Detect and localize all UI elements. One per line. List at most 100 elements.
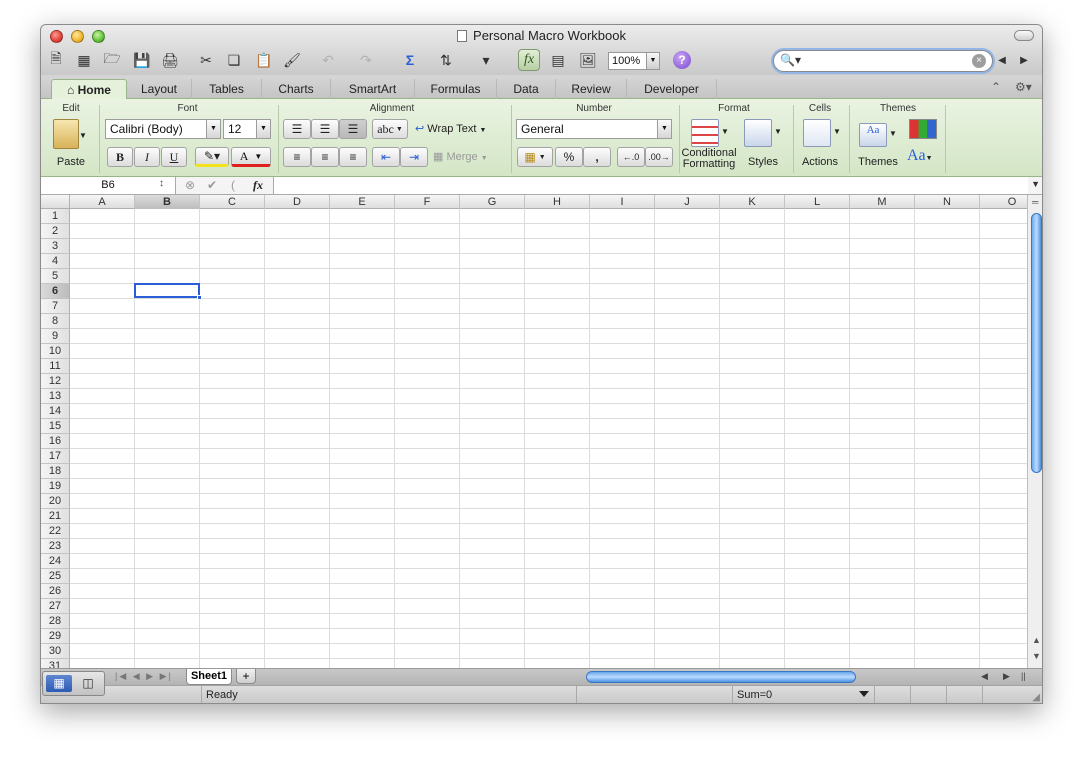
row-header[interactable]: 12 — [41, 374, 70, 389]
bold-button[interactable]: B — [107, 147, 133, 167]
resize-grip-icon[interactable]: ◢ — [1032, 692, 1040, 703]
increase-decimal-icon[interactable]: ←.0 — [617, 147, 645, 167]
column-header[interactable]: G — [460, 195, 525, 209]
font-name-select[interactable]: Calibri (Body) ▼ — [105, 119, 221, 139]
conditional-formatting-label[interactable]: Conditional Formatting — [677, 148, 741, 170]
tab-tables[interactable]: Tables — [192, 79, 262, 99]
font-color-button[interactable]: A ▼ — [231, 147, 271, 167]
filter-icon[interactable]: ▾ — [475, 49, 497, 71]
search-box[interactable]: 🔍▾ × — [773, 50, 993, 72]
row-header[interactable]: 23 — [41, 539, 70, 554]
font-size-select[interactable]: 12 ▼ — [223, 119, 271, 139]
row-header[interactable]: 24 — [41, 554, 70, 569]
orientation-button[interactable]: abc ▼ — [372, 119, 408, 139]
toolbox-icon[interactable]: ▤ — [547, 49, 569, 71]
row-header[interactable]: 13 — [41, 389, 70, 404]
row-header[interactable]: 3 — [41, 239, 70, 254]
formula-input[interactable] — [273, 177, 1028, 194]
sum-options-arrow-icon[interactable] — [859, 691, 869, 697]
save-icon[interactable]: 💾 — [131, 49, 153, 71]
column-header[interactable]: C — [200, 195, 265, 209]
expand-formula-bar-icon[interactable]: ▼ — [1031, 179, 1040, 189]
sum-display[interactable]: Sum=0 — [732, 686, 874, 703]
decrease-decimal-icon[interactable]: .00→ — [645, 147, 673, 167]
percent-button[interactable]: % — [555, 147, 583, 167]
column-header[interactable]: L — [785, 195, 850, 209]
styles-icon[interactable] — [744, 119, 772, 147]
tab-developer[interactable]: Developer — [627, 79, 717, 99]
undo-icon[interactable]: ↶ — [317, 49, 339, 71]
comma-button[interactable]: , — [583, 147, 611, 167]
row-header[interactable]: 14 — [41, 404, 70, 419]
themes-label[interactable]: Themes — [853, 156, 903, 168]
column-header[interactable]: O — [980, 195, 1027, 209]
row-header[interactable]: 31 — [41, 659, 70, 668]
paste-label[interactable]: Paste — [51, 156, 91, 168]
sheet-navigation-icon[interactable]: |◀ ◀ ▶ ▶| — [115, 671, 173, 682]
vertical-scrollbar[interactable]: ═ ▲ ▼ — [1027, 195, 1042, 668]
paste-big-icon[interactable] — [53, 119, 79, 149]
row-header[interactable]: 6 — [41, 284, 70, 299]
sheet-tab[interactable]: Sheet1 — [186, 669, 232, 685]
tab-charts[interactable]: Charts — [262, 79, 331, 99]
row-header[interactable]: 2 — [41, 224, 70, 239]
tab-formulas[interactable]: Formulas — [415, 79, 497, 99]
previous-result-icon[interactable]: ◀ — [993, 52, 1011, 70]
selected-cell[interactable] — [134, 283, 202, 300]
templates-icon[interactable]: ▦ — [73, 49, 95, 71]
row-header[interactable]: 28 — [41, 614, 70, 629]
row-header[interactable]: 19 — [41, 479, 70, 494]
row-header[interactable]: 22 — [41, 524, 70, 539]
row-header[interactable]: 17 — [41, 449, 70, 464]
format-painter-icon[interactable]: 🖌 — [281, 49, 303, 71]
cell-area[interactable] — [70, 209, 1027, 668]
row-header[interactable]: 5 — [41, 269, 70, 284]
column-header[interactable]: I — [590, 195, 655, 209]
increase-indent-icon[interactable]: ⇥ — [400, 147, 428, 167]
number-format-select[interactable]: General ▼ — [516, 119, 672, 139]
themes-icon[interactable]: Aa — [859, 123, 887, 147]
row-header[interactable]: 7 — [41, 299, 70, 314]
scroll-right-icon[interactable]: ▶ — [1003, 671, 1010, 682]
column-header[interactable]: B — [135, 195, 200, 209]
highlight-color-button[interactable]: ✎▾ — [195, 147, 229, 167]
ribbon-settings-icon[interactable]: ⚙▾ — [1015, 80, 1032, 94]
actions-arrow-icon[interactable]: ▼ — [833, 127, 841, 136]
merge-button[interactable]: ▦ Merge ▼ — [433, 150, 505, 163]
styles-label[interactable]: Styles — [743, 156, 783, 168]
wrap-text-button[interactable]: ↩ Wrap Text ▼ — [415, 122, 505, 135]
toolbar-toggle-button[interactable] — [1014, 30, 1034, 41]
horizontal-split-handle-icon[interactable]: || — [1021, 671, 1026, 681]
italic-button[interactable]: I — [134, 147, 160, 167]
currency-button[interactable]: ▦ ▼ — [517, 147, 553, 167]
row-header[interactable]: 21 — [41, 509, 70, 524]
row-header[interactable]: 26 — [41, 584, 70, 599]
cells-actions-icon[interactable] — [803, 119, 831, 147]
clear-search-icon[interactable]: × — [972, 54, 986, 68]
conditional-formatting-icon[interactable] — [691, 119, 719, 147]
insert-function-button[interactable]: fx — [253, 178, 263, 193]
align-top-icon[interactable]: ☰ — [283, 119, 311, 139]
row-header[interactable]: 30 — [41, 644, 70, 659]
cut-icon[interactable]: ✂ — [195, 49, 217, 71]
underline-button[interactable]: U — [161, 147, 187, 167]
align-bottom-icon[interactable]: ☰ — [339, 119, 367, 139]
row-header[interactable]: 18 — [41, 464, 70, 479]
align-center-icon[interactable]: ≡ — [311, 147, 339, 167]
row-header[interactable]: 29 — [41, 629, 70, 644]
page-layout-view-icon[interactable]: ◫ — [75, 675, 101, 692]
add-sheet-button[interactable]: + — [236, 669, 256, 684]
column-header[interactable]: H — [525, 195, 590, 209]
name-box[interactable]: B6 — [41, 177, 176, 194]
align-middle-icon[interactable]: ☰ — [311, 119, 339, 139]
column-header[interactable]: A — [70, 195, 135, 209]
styles-arrow-icon[interactable]: ▼ — [774, 127, 782, 136]
redo-icon[interactable]: ↷ — [355, 49, 377, 71]
print-icon[interactable]: 🖨 — [159, 49, 181, 71]
paste-icon[interactable]: 📋 — [253, 49, 275, 71]
column-header[interactable]: F — [395, 195, 460, 209]
decrease-indent-icon[interactable]: ⇤ — [372, 147, 400, 167]
normal-view-icon[interactable]: ▦ — [46, 675, 72, 692]
open-icon[interactable]: 🗁 — [101, 49, 123, 71]
copy-icon[interactable]: ❏ — [223, 49, 245, 71]
